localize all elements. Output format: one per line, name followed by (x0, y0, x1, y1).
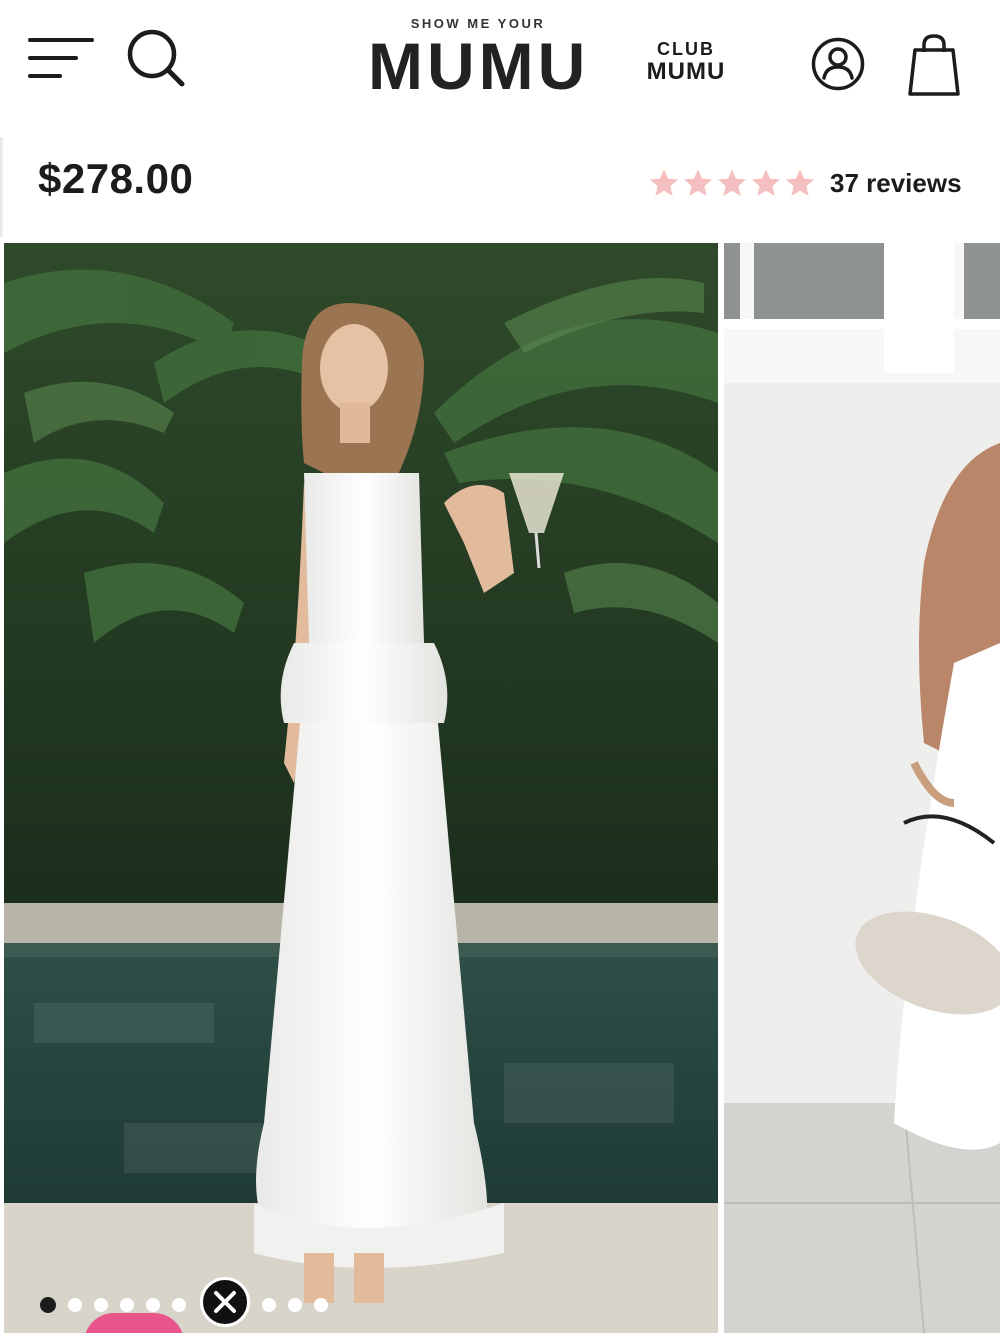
hamburger-menu-icon[interactable] (28, 34, 96, 86)
product-price: $278.00 (38, 155, 194, 202)
star-icon (752, 169, 780, 196)
club-mumu-label: MUMU (646, 58, 726, 85)
pagination-dot[interactable] (262, 1298, 276, 1312)
pagination-dot[interactable] (94, 1298, 108, 1312)
user-account-icon[interactable] (810, 36, 866, 92)
star-icon (650, 169, 678, 196)
logo-wordmark: MUMU (368, 29, 590, 103)
search-icon[interactable] (126, 28, 188, 90)
pagination-dot[interactable] (120, 1298, 134, 1312)
pagination-dot[interactable] (68, 1298, 82, 1312)
club-label: CLUB (657, 39, 715, 59)
pagination-dot[interactable] (172, 1298, 186, 1312)
product-image-next[interactable] (724, 243, 1000, 1333)
rating-stars (648, 167, 816, 199)
product-image-gallery[interactable] (0, 243, 1000, 1333)
pagination-dot[interactable] (40, 1297, 56, 1313)
pagination-dot[interactable] (314, 1298, 328, 1312)
reviews-count-link[interactable]: 37 reviews (830, 168, 962, 199)
star-icon (786, 169, 814, 196)
product-rating[interactable]: 37 reviews (648, 163, 962, 203)
drawer-edge (0, 137, 4, 237)
site-header: SHOW ME YOUR MUMU CLUB MUMU (0, 0, 1000, 125)
shopping-bag-icon[interactable] (906, 32, 962, 98)
gallery-pagination (40, 1293, 328, 1317)
product-image-main[interactable] (4, 243, 718, 1333)
close-icon[interactable] (200, 1277, 250, 1327)
pagination-dot[interactable] (288, 1298, 302, 1312)
star-icon (684, 169, 712, 196)
pagination-dot[interactable] (146, 1298, 160, 1312)
brand-logo[interactable]: SHOW ME YOUR MUMU (368, 14, 588, 104)
club-mumu-link[interactable]: CLUB MUMU (640, 40, 732, 84)
product-summary: $278.00 37 reviews (0, 125, 1000, 243)
star-icon (718, 169, 746, 196)
